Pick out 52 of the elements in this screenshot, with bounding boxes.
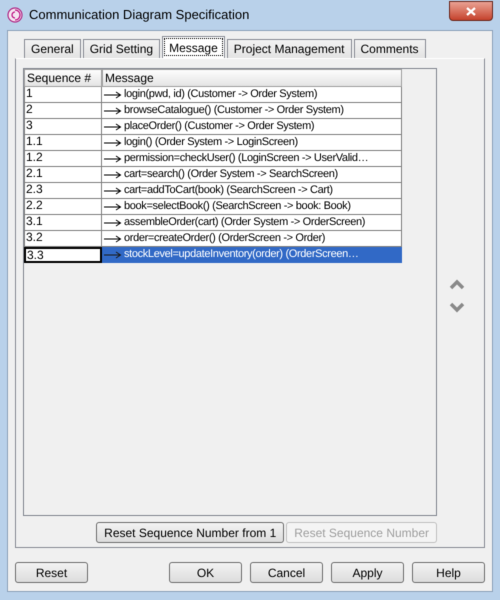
table-cell: book=selectBook() (SearchScreen -> book: Book) — [102, 199, 402, 215]
tab[interactable]: General — [24, 39, 81, 58]
table-cell: stockLevel=updateInventory(order) (OrderScreen… — [102, 247, 402, 263]
close-icon — [466, 6, 476, 16]
table-cell: 3.2 — [24, 231, 102, 247]
column-header[interactable]: Sequence # — [24, 69, 102, 87]
table-cell: 1 — [24, 87, 102, 103]
table-cell: order=createOrder() (OrderScreen -> Order) — [102, 231, 402, 247]
table-cell: browseCatalogue() (Customer -> Order System) — [102, 103, 402, 119]
move-up-icon[interactable] — [449, 278, 465, 290]
dialog-button[interactable]: OK — [169, 562, 242, 583]
arrow-icon — [104, 154, 122, 162]
table-cell: 1.1 — [24, 135, 102, 151]
table-cell: login() (Order System -> LoginScreen) — [102, 135, 402, 151]
dialog-button[interactable]: Help — [412, 562, 485, 583]
arrow-icon — [104, 106, 122, 114]
close-button[interactable] — [449, 1, 493, 21]
arrow-icon — [104, 170, 122, 178]
arrow-icon — [104, 138, 122, 146]
table-cell: permission=checkUser() (LoginScreen -> UserValid… — [102, 151, 402, 167]
arrow-icon — [104, 122, 122, 130]
table-cell: placeOrder() (Customer -> Order System) — [102, 119, 402, 135]
table-cell: cart=search() (Order System -> SearchScreen) — [102, 167, 402, 183]
table-cell: cart=addToCart(book) (SearchScreen -> Cart) — [102, 183, 402, 199]
table-cell: 3.3 — [24, 247, 102, 263]
move-down-icon[interactable] — [449, 302, 465, 314]
table-cell: 2.2 — [24, 199, 102, 215]
tab[interactable]: Project Management — [226, 39, 352, 58]
arrow-icon — [104, 202, 122, 210]
reset-sequence-button[interactable]: Reset Sequence Number from 1 — [96, 522, 284, 543]
window-title: Communication Diagram Specification — [29, 6, 250, 24]
arrow-icon — [104, 250, 122, 258]
tab[interactable]: Comments — [354, 39, 426, 58]
dialog-button[interactable]: Apply — [331, 562, 404, 583]
table-cell: 3.1 — [24, 215, 102, 231]
table-cell: 3 — [24, 119, 102, 135]
table-cell: 2.3 — [24, 183, 102, 199]
table-cell: 2.1 — [24, 167, 102, 183]
table-cell: login(pwd, id) (Customer -> Order System) — [102, 87, 402, 103]
reset-button[interactable]: Reset — [15, 562, 88, 583]
tab[interactable]: Grid Setting — [82, 39, 160, 58]
tab[interactable]: Message — [162, 36, 225, 58]
arrow-icon — [104, 218, 122, 226]
arrow-icon — [104, 186, 122, 194]
arrow-icon — [104, 90, 122, 98]
column-header[interactable]: Message — [102, 69, 402, 87]
app-icon — [7, 7, 23, 23]
dialog-button[interactable]: Cancel — [250, 562, 323, 583]
table-cell: assembleOrder(cart) (Order System -> OrderScreen) — [102, 215, 402, 231]
arrow-icon — [104, 234, 122, 242]
table-cell: 1.2 — [24, 151, 102, 167]
table-cell: 2 — [24, 103, 102, 119]
